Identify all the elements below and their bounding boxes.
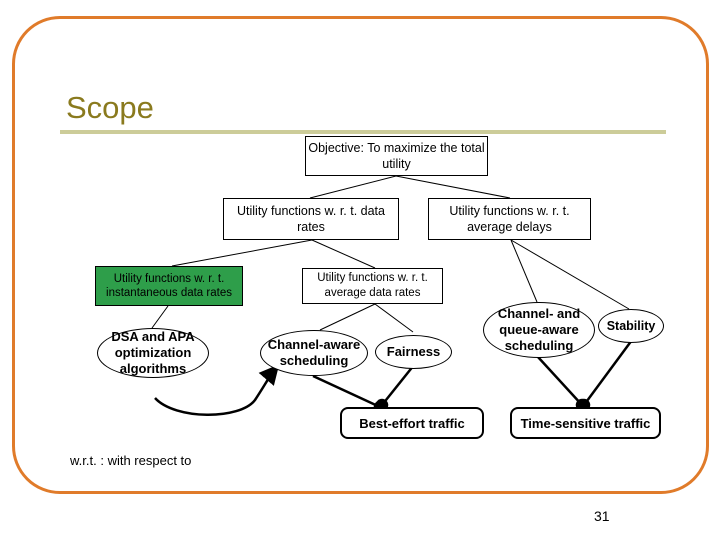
edge-delays-cq <box>510 239 538 303</box>
util-data-rates-box: Utility functions w. r. t. data rates <box>223 198 399 240</box>
dsa-apa-ellipse: DSA and APA optimization algorithms <box>97 328 209 378</box>
stability-ellipse: Stability <box>598 309 664 343</box>
edge-datarates-avg <box>311 239 376 269</box>
util-instantaneous-box: Utility functions w. r. t. instantaneous… <box>95 266 243 306</box>
time-sensitive-box: Time-sensitive traffic <box>510 407 661 439</box>
edge-avg-channel <box>319 303 376 331</box>
page-number: 31 <box>594 508 610 524</box>
edge-cq-timesensitive <box>537 356 589 412</box>
channel-aware-ellipse: Channel-aware scheduling <box>260 330 368 376</box>
edge-datarates-instant <box>171 239 313 267</box>
best-effort-box: Best-effort traffic <box>340 407 484 439</box>
channel-queue-aware-ellipse: Channel- and queue-aware scheduling <box>483 302 595 358</box>
util-avg-delays-box: Utility functions w. r. t. average delay… <box>428 198 591 240</box>
objective-box: Objective: To maximize the total utility <box>305 136 488 176</box>
fairness-ellipse: Fairness <box>375 335 452 369</box>
edge-avg-fairness <box>374 303 414 333</box>
util-avg-data-rates-box: Utility functions w. r. t. average data … <box>302 268 443 304</box>
edge-fairness-besteffort <box>375 364 415 412</box>
edge-delays-stability <box>510 239 630 310</box>
edge-instant-dsa <box>151 305 169 329</box>
edge-channel-besteffort <box>312 374 387 414</box>
footnote: w.r.t. : with respect to <box>70 453 192 468</box>
edge-objective-datarates <box>309 175 397 199</box>
edge-objective-delays <box>395 175 511 199</box>
